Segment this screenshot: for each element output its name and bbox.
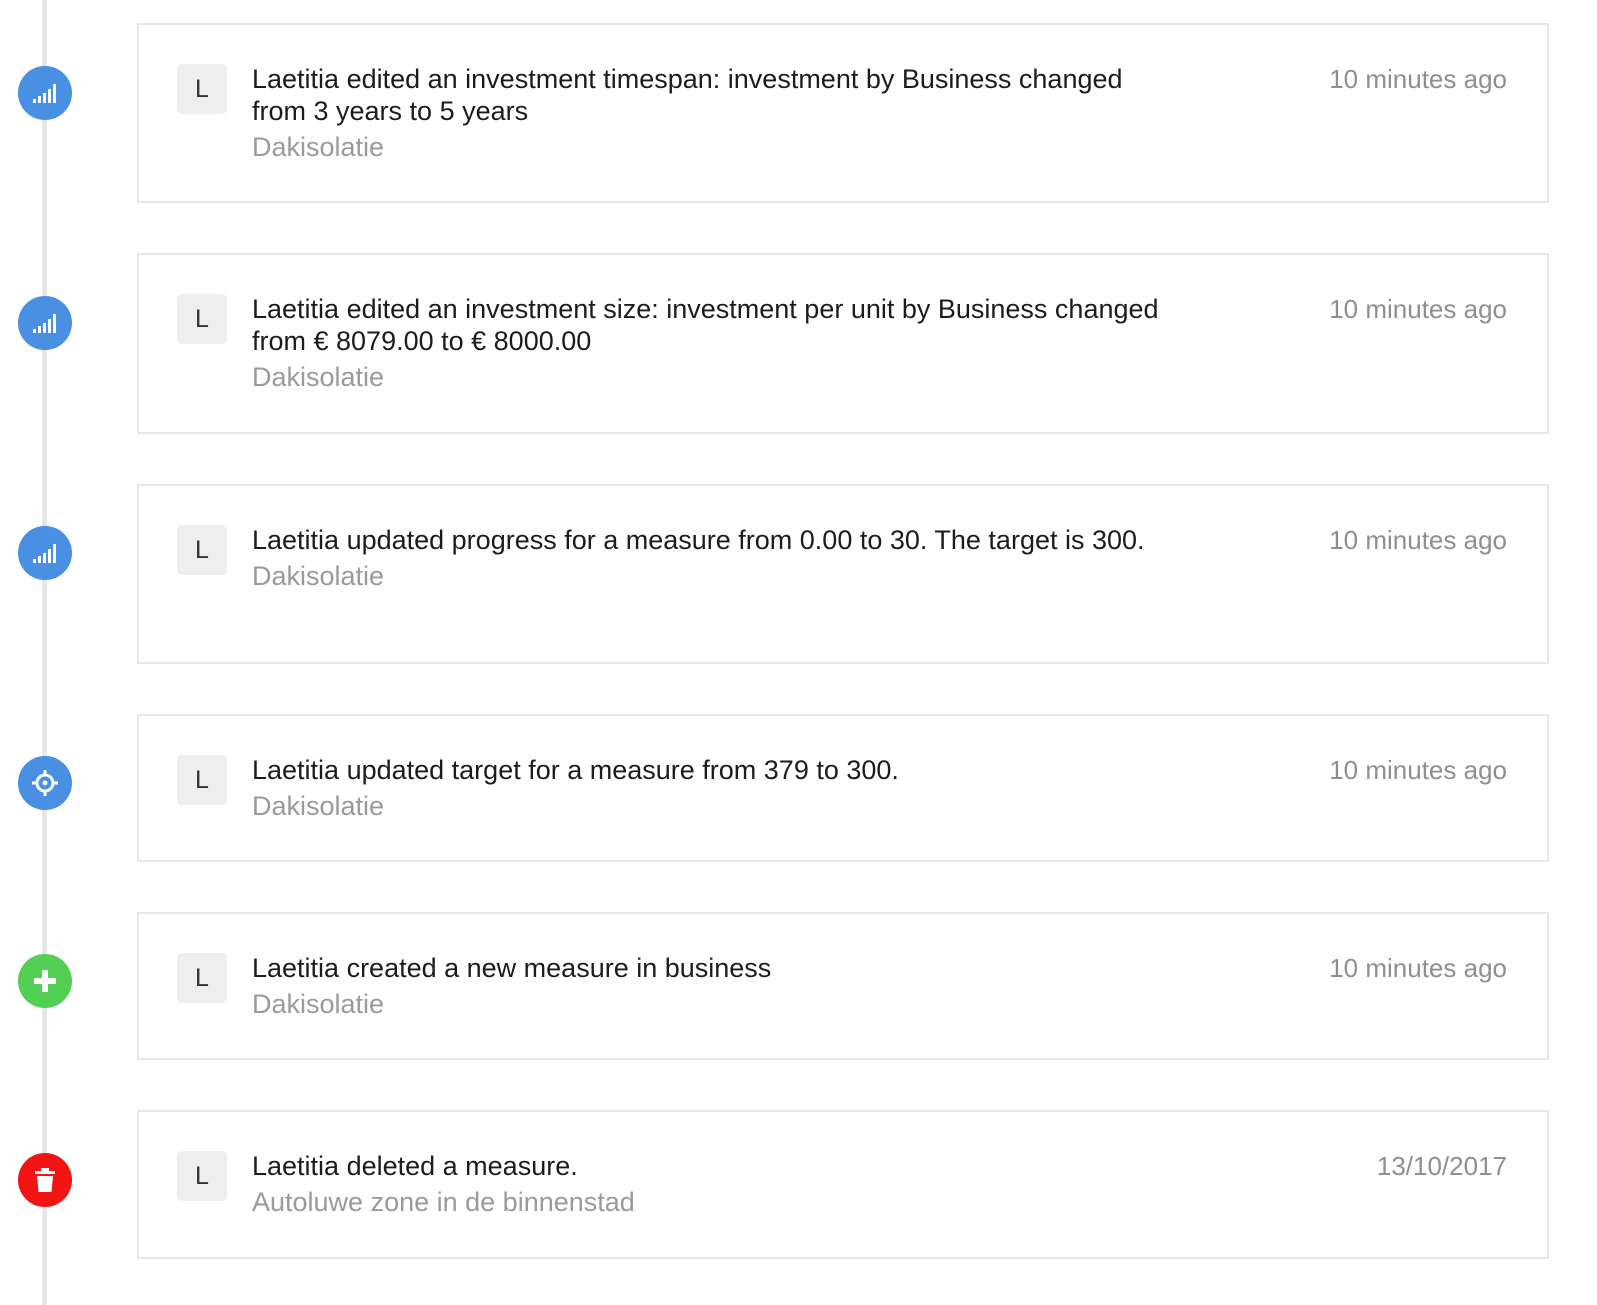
bar-chart-icon xyxy=(32,542,58,564)
bar-chart-icon xyxy=(32,312,58,334)
bar-chart-icon xyxy=(32,82,58,104)
event-card: L Laetitia updated progress for a measur… xyxy=(137,484,1549,664)
event-message: Laetitia updated progress for a measure … xyxy=(252,524,1182,592)
event-text: Laetitia updated progress for a measure … xyxy=(252,525,1145,555)
project-link[interactable]: Dakisolatie xyxy=(252,988,1182,1020)
event-message: Laetitia edited an investment timespan: … xyxy=(252,63,1182,163)
event-timestamp: 10 minutes ago xyxy=(1329,64,1507,94)
event-timestamp: 10 minutes ago xyxy=(1329,294,1507,324)
event-card: L Laetitia created a new measure in busi… xyxy=(137,912,1549,1060)
event-timestamp: 10 minutes ago xyxy=(1329,953,1507,983)
timeline-line xyxy=(42,0,47,1305)
event-card: L Laetitia edited an investment timespan… xyxy=(137,23,1549,203)
event-card: L Laetitia updated target for a measure … xyxy=(137,714,1549,862)
project-link[interactable]: Autoluwe zone in de binnenstad xyxy=(252,1186,1182,1218)
event-card: L Laetitia deleted a measure. Autoluwe z… xyxy=(137,1110,1549,1259)
avatar[interactable]: L xyxy=(177,64,227,114)
avatar[interactable]: L xyxy=(177,755,227,805)
event-message: Laetitia updated target for a measure fr… xyxy=(252,754,1182,822)
project-link[interactable]: Dakisolatie xyxy=(252,560,1182,592)
event-text: Laetitia created a new measure in busine… xyxy=(252,953,772,983)
trash-icon xyxy=(33,1167,57,1193)
event-message: Laetitia edited an investment size: inve… xyxy=(252,293,1182,393)
project-link[interactable]: Dakisolatie xyxy=(252,790,1182,822)
event-timestamp: 10 minutes ago xyxy=(1329,755,1507,785)
avatar[interactable]: L xyxy=(177,1151,227,1201)
event-marker-stats xyxy=(18,526,72,580)
event-timestamp: 13/10/2017 xyxy=(1376,1151,1507,1181)
event-message: Laetitia created a new measure in busine… xyxy=(252,952,1182,1020)
event-text: Laetitia deleted a measure. xyxy=(252,1151,578,1181)
project-link[interactable]: Dakisolatie xyxy=(252,361,1182,393)
event-marker-stats xyxy=(18,296,72,350)
event-text: Laetitia edited an investment timespan: … xyxy=(252,64,1123,126)
event-marker-deleted xyxy=(18,1153,72,1207)
project-link[interactable]: Dakisolatie xyxy=(252,131,1182,163)
avatar[interactable]: L xyxy=(177,294,227,344)
event-marker-target xyxy=(18,756,72,810)
event-text: Laetitia updated target for a measure fr… xyxy=(252,755,899,785)
event-marker-created xyxy=(18,954,72,1008)
target-icon xyxy=(31,769,59,797)
avatar[interactable]: L xyxy=(177,525,227,575)
event-message: Laetitia deleted a measure. Autoluwe zon… xyxy=(252,1150,1182,1218)
event-card: L Laetitia edited an investment size: in… xyxy=(137,253,1549,434)
event-timestamp: 10 minutes ago xyxy=(1329,525,1507,555)
event-marker-stats xyxy=(18,66,72,120)
avatar[interactable]: L xyxy=(177,953,227,1003)
plus-icon xyxy=(32,968,58,994)
event-text: Laetitia edited an investment size: inve… xyxy=(252,294,1159,356)
